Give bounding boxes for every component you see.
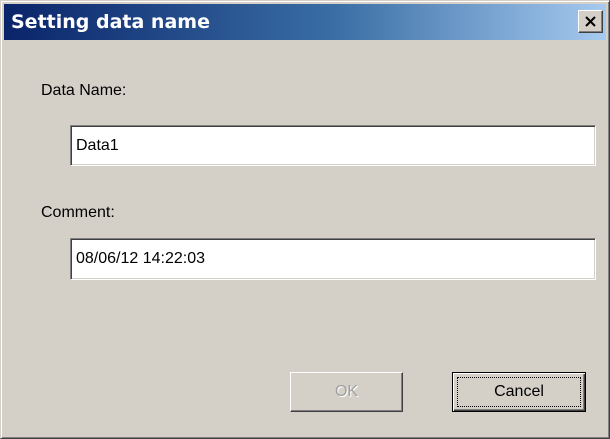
- setting-data-name-dialog: Setting data name Data Name: Comment: OK…: [0, 0, 610, 439]
- cancel-button-label: Cancel: [457, 377, 581, 407]
- cancel-button[interactable]: Cancel: [452, 372, 586, 412]
- close-button[interactable]: [578, 10, 603, 33]
- comment-input[interactable]: [70, 238, 596, 280]
- window-title: Setting data name: [11, 11, 210, 33]
- data-name-label: Data Name:: [41, 82, 127, 99]
- ok-button[interactable]: OK: [290, 372, 403, 412]
- comment-label: Comment:: [41, 204, 115, 221]
- close-icon: [585, 16, 596, 27]
- data-name-input[interactable]: [70, 125, 596, 166]
- title-bar[interactable]: Setting data name: [4, 4, 606, 40]
